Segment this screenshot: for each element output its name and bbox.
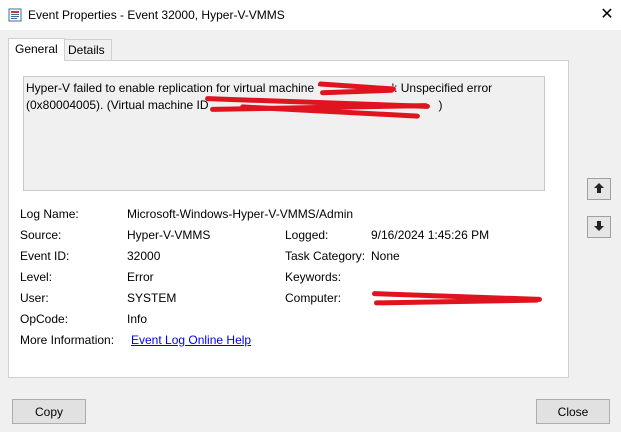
task-category-label: Task Category: [285, 249, 366, 263]
arrow-down-icon [593, 220, 605, 235]
task-category-value: None [371, 249, 400, 263]
close-icon[interactable]: ✕ [595, 4, 619, 26]
title-bar: Event Properties - Event 32000, Hyper-V-… [0, 0, 621, 30]
tab-general[interactable]: General [8, 38, 65, 61]
source-label: Source: [20, 228, 62, 242]
computer-label: Computer: [285, 291, 342, 305]
source-value: Hyper-V-VMMS [127, 228, 211, 242]
user-label: User: [20, 291, 49, 305]
user-value: SYSTEM [127, 291, 177, 305]
level-label: Level: [20, 270, 53, 284]
event-viewer-icon [8, 8, 22, 22]
window-title: Event Properties - Event 32000, Hyper-V-… [28, 8, 285, 22]
log-name-value: Microsoft-Windows-Hyper-V-VMMS/Admin [127, 207, 354, 221]
event-id-value: 32000 [127, 249, 161, 263]
logged-value: 9/16/2024 1:45:26 PM [371, 228, 490, 242]
logged-label: Logged: [285, 228, 329, 242]
next-event-button[interactable] [587, 216, 611, 238]
more-info-label: More Information: [20, 333, 115, 347]
event-id-label: Event ID: [20, 249, 70, 263]
event-log-help-link[interactable]: Event Log Online Help [131, 333, 251, 347]
log-name-label: Log Name: [20, 207, 79, 221]
copy-button[interactable]: Copy [12, 399, 86, 424]
keywords-label: Keywords: [285, 270, 342, 284]
opcode-value: Info [127, 312, 148, 326]
close-button[interactable]: Close [536, 399, 610, 424]
description-line2-start: (0x80004005). (Virtual machine ID [26, 98, 209, 112]
opcode-label: OpCode: [20, 312, 69, 326]
level-value: Error [127, 270, 154, 284]
tab-details[interactable]: Details [61, 39, 112, 60]
description-line1-end: ': Unspecified error [391, 81, 493, 95]
previous-event-button[interactable] [587, 178, 611, 200]
arrow-up-icon [593, 182, 605, 197]
description-line2-end: ) [438, 98, 443, 112]
description-line1-start: Hyper-V failed to enable replication for… [26, 81, 320, 95]
